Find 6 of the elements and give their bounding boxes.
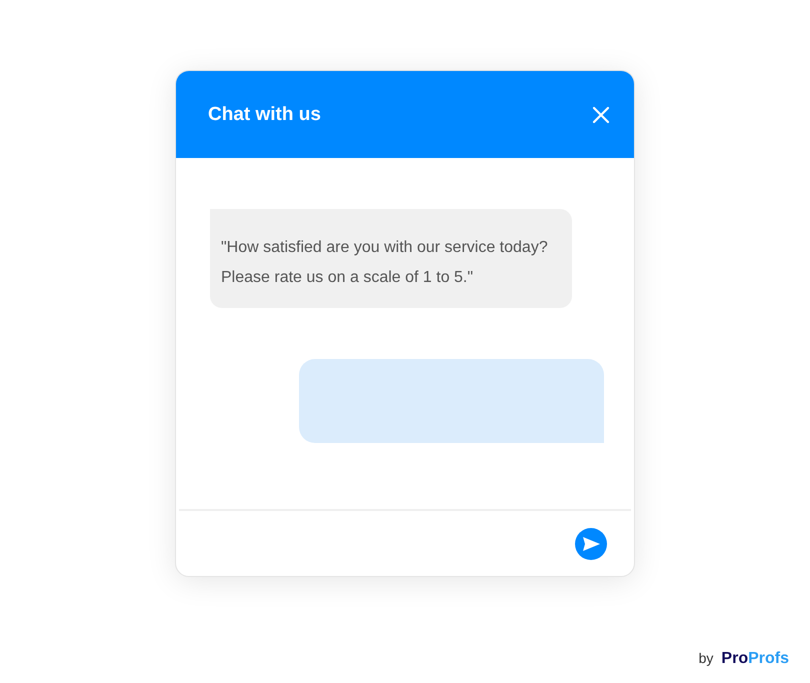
logo[interactable]: ProProfs	[721, 650, 789, 668]
by-label: by	[698, 650, 714, 666]
window-title: Chat with us	[208, 104, 321, 126]
send-icon[interactable]	[575, 528, 607, 560]
bot-message: "How satisfied are you with our service today? Please rate us on a scale of 1 to 5."	[210, 209, 572, 308]
close-icon[interactable]	[592, 106, 610, 124]
